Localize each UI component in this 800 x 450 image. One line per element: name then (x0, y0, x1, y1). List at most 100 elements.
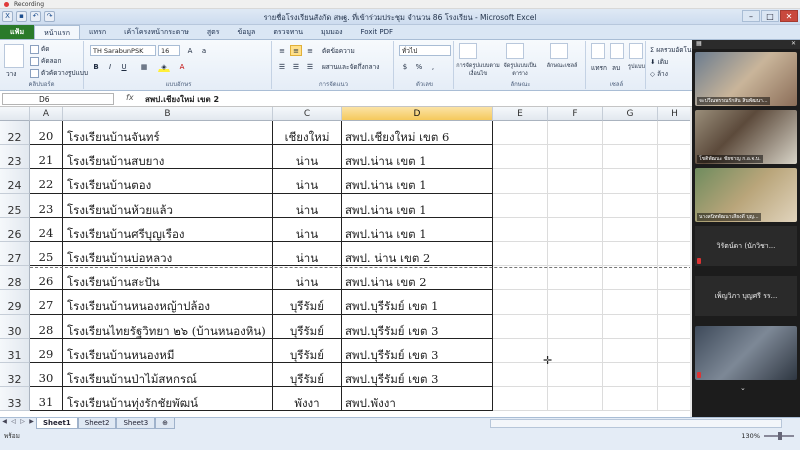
format-table-icon[interactable] (506, 43, 524, 59)
cell-empty[interactable] (658, 145, 692, 170)
cell-d[interactable]: สพป.บุรีรัมย์ เขต 3 (342, 338, 493, 363)
clear-button[interactable]: ◇ ล้าง (650, 69, 668, 79)
cell-a[interactable]: 30 (30, 363, 63, 388)
cell-c[interactable]: บุรีรัมย์ (273, 338, 342, 363)
cell-empty[interactable] (493, 193, 548, 218)
cell-styles-icon[interactable] (550, 43, 568, 59)
cell-empty[interactable] (548, 242, 603, 267)
merge-center-button[interactable]: ผสานและจัดกึ่งกลาง (322, 62, 379, 72)
cell-b[interactable]: โรงเรียนบ้านสบยาง (63, 145, 273, 170)
tab-file[interactable]: แฟ้ม (0, 25, 35, 39)
comma-icon[interactable]: , (427, 61, 439, 72)
tab-view[interactable]: มุมมอง (312, 25, 351, 39)
sheet-tab-1[interactable]: Sheet1 (36, 418, 78, 429)
cell-a[interactable]: 21 (30, 145, 63, 170)
column-header-d[interactable]: D (342, 107, 493, 121)
delete-cells-button[interactable]: ลบ (612, 63, 620, 73)
row-header[interactable]: 24 (0, 169, 30, 194)
fill-color-icon[interactable]: ◈ (158, 61, 170, 72)
row-header[interactable]: 22 (0, 121, 30, 146)
select-all-corner[interactable] (0, 107, 30, 121)
row-header[interactable]: 32 (0, 363, 30, 388)
cell-empty[interactable] (658, 217, 692, 242)
align-middle-icon[interactable]: ≡ (290, 45, 302, 56)
cell-empty[interactable] (493, 169, 548, 194)
cell-d[interactable]: สพป.น่าน เขต 2 (342, 266, 493, 291)
cell-empty[interactable] (603, 387, 658, 412)
cell-empty[interactable] (603, 290, 658, 315)
fill-button[interactable]: ⬇ เติม (650, 57, 668, 67)
column-header-h[interactable]: H (658, 107, 692, 121)
cell-empty[interactable] (658, 169, 692, 194)
participant-card-4[interactable]: วิรัตน์ดา (นักวิชา... (695, 226, 797, 266)
cell-empty[interactable] (493, 145, 548, 170)
insert-cells-button[interactable]: แทรก (591, 63, 607, 73)
cell-b[interactable]: โรงเรียนไทยรัฐวิทยา ๒๖ (บ้านหนองหิน) (63, 314, 273, 339)
cell-d[interactable]: สพป.บุรีรัมย์ เขต 3 (342, 314, 493, 339)
cell-b[interactable]: โรงเรียนบ้านบ่อหลวง (63, 242, 273, 267)
participant-card-5[interactable]: เพ็ญวิภา บุญศรี รร... (695, 276, 797, 316)
cell-empty[interactable] (548, 145, 603, 170)
row-header[interactable]: 30 (0, 314, 30, 339)
font-color-icon[interactable]: A (176, 61, 188, 72)
row-header[interactable]: 26 (0, 217, 30, 242)
cell-empty[interactable] (493, 242, 548, 267)
cell-a[interactable]: 31 (30, 387, 63, 412)
tab-home[interactable]: หน้าแรก (34, 25, 80, 39)
grow-font-button[interactable]: A (184, 45, 196, 56)
cell-empty[interactable] (603, 169, 658, 194)
cell-a[interactable]: 23 (30, 193, 63, 218)
sheet-tab-2[interactable]: Sheet2 (77, 418, 117, 429)
cell-empty[interactable] (493, 387, 548, 412)
cell-d[interactable]: สพป.เชียงใหม่ เขต 6 (342, 121, 493, 146)
cell-c[interactable]: บุรีรัมย์ (273, 363, 342, 388)
align-top-icon[interactable]: ≡ (276, 45, 288, 56)
cell-empty[interactable] (658, 363, 692, 388)
cell-a[interactable]: 20 (30, 121, 63, 146)
align-bottom-icon[interactable]: ≡ (304, 45, 316, 56)
cell-empty[interactable] (603, 314, 658, 339)
insert-cells-icon[interactable] (591, 43, 605, 59)
cell-empty[interactable] (658, 266, 692, 291)
cell-b[interactable]: โรงเรียนบ้านหนองหญ้าปล้อง (63, 290, 273, 315)
cell-d[interactable]: สพป.บุรีรัมย์ เขต 3 (342, 363, 493, 388)
tab-data[interactable]: ข้อมูล (228, 25, 264, 39)
video-gallery-icon[interactable]: ▦ (696, 40, 702, 47)
cell-empty[interactable] (493, 266, 548, 291)
number-format-dropdown[interactable]: ทั่วไป (399, 45, 451, 56)
delete-cells-icon[interactable] (610, 43, 624, 59)
cell-c[interactable]: น่าน (273, 266, 342, 291)
video-close-icon[interactable]: ✕ (791, 40, 796, 47)
paste-icon[interactable] (4, 44, 24, 68)
last-sheet-icon[interactable]: ▶ (27, 418, 36, 429)
cell-empty[interactable] (548, 387, 603, 412)
format-cells-button[interactable]: รูปแบบ (628, 63, 645, 71)
next-sheet-icon[interactable]: ▷ (18, 418, 27, 429)
cell-empty[interactable] (548, 338, 603, 363)
cut-button[interactable]: ตัด (30, 44, 49, 54)
formula-input[interactable]: สพป.เชียงใหม่ เขต 2 (145, 93, 219, 106)
cell-empty[interactable] (548, 290, 603, 315)
tab-insert[interactable]: แทรก (80, 25, 115, 39)
cell-b[interactable]: โรงเรียนบ้านศรีบุญเรือง (63, 217, 273, 242)
row-header[interactable]: 25 (0, 193, 30, 218)
underline-button[interactable]: U (118, 61, 130, 72)
copy-button[interactable]: คัดลอก (30, 56, 61, 66)
cell-b[interactable]: โรงเรียนบ้านสะปัน (63, 266, 273, 291)
cell-d[interactable]: สพป.บุรีรัมย์ เขต 1 (342, 290, 493, 315)
cell-empty[interactable] (603, 217, 658, 242)
bold-button[interactable]: B (90, 61, 102, 72)
row-header[interactable]: 31 (0, 338, 30, 363)
cell-empty[interactable] (548, 314, 603, 339)
cell-c[interactable]: น่าน (273, 145, 342, 170)
cell-empty[interactable] (493, 314, 548, 339)
conditional-formatting-icon[interactable] (459, 43, 477, 59)
cell-c[interactable]: น่าน (273, 193, 342, 218)
cell-c[interactable]: พังงา (273, 387, 342, 412)
column-header-c[interactable]: C (273, 107, 342, 121)
cell-d[interactable]: สพป.พังงา (342, 387, 493, 412)
cell-b[interactable]: โรงเรียนบ้านทุ่งรักชัยพัฒน์ (63, 387, 273, 412)
cell-c[interactable]: น่าน (273, 217, 342, 242)
font-size-dropdown[interactable]: 16 (158, 45, 180, 56)
align-left-icon[interactable]: ☰ (276, 61, 288, 72)
